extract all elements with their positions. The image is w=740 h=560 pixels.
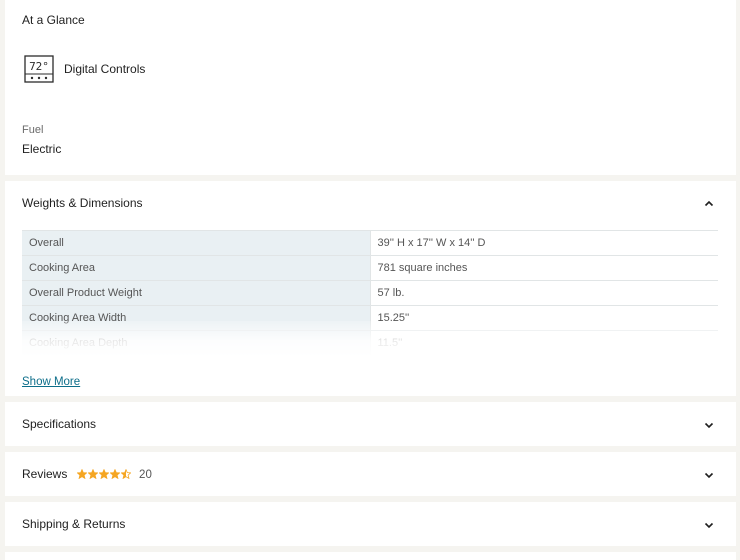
star-full-icon [98,469,109,479]
fuel-label: Fuel [22,124,44,136]
svg-text:72°: 72° [29,60,49,73]
shipping-returns-section[interactable]: Shipping & Returns [5,502,736,546]
weights-dimensions-section: Weights & Dimensions Overall 39'' H x 17'… [5,181,736,396]
dimension-label: Cooking Area [22,255,371,281]
dimension-value: 39'' H x 17'' W x 14'' D [370,230,718,256]
star-full-icon [76,469,87,479]
table-fade-overlay [5,321,736,369]
fuel-value: Electric [22,142,62,156]
chevron-down-icon[interactable] [704,470,714,480]
at-a-glance-title: At a Glance [22,13,85,27]
shipping-returns-header[interactable]: Shipping & Returns [22,517,125,531]
star-full-icon [109,469,120,479]
star-full-icon [87,469,98,479]
weights-dimensions-header[interactable]: Weights & Dimensions [22,196,143,210]
reviews-header[interactable]: Reviews 20 [22,467,152,481]
digital-display-icon: 72° [24,55,54,83]
dimension-value: 781 square inches [370,255,718,281]
specifications-section[interactable]: Specifications [5,402,736,446]
star-half-icon [120,469,131,479]
dimension-label: Overall [22,230,371,256]
next-section-edge [5,552,736,560]
reviews-title: Reviews [22,467,68,481]
chevron-down-icon[interactable] [704,520,714,530]
chevron-down-icon[interactable] [704,420,714,430]
feature-digital-controls: 72° Digital Controls [24,55,145,83]
chevron-up-icon[interactable] [704,199,714,209]
table-row: Cooking Area 781 square inches [22,255,718,281]
dimension-label: Overall Product Weight [22,280,371,306]
show-more-link[interactable]: Show More [22,376,80,388]
dimension-value: 57 lb. [370,280,718,306]
at-a-glance-card: At a Glance 72° Digital Controls Fuel El… [5,0,736,175]
review-count: 20 [139,469,152,481]
table-row: Overall Product Weight 57 lb. [22,280,718,306]
star-rating [76,469,132,479]
reviews-section[interactable]: Reviews 20 [5,452,736,496]
table-row: Overall 39'' H x 17'' W x 14'' D [22,230,718,256]
specifications-header[interactable]: Specifications [22,417,96,431]
feature-label: Digital Controls [64,62,146,76]
